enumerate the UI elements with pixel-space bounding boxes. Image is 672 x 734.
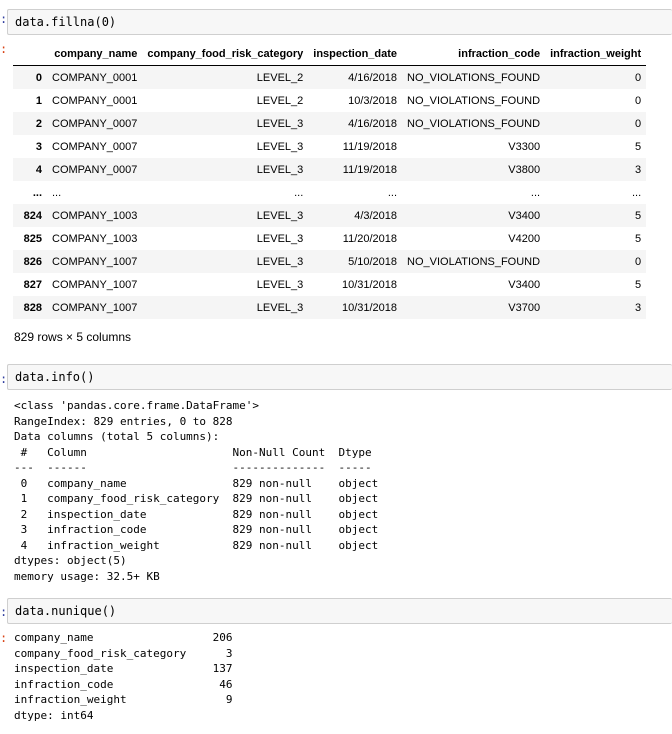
table-cell: LEVEL_3 [256,140,304,153]
row-index: 4 [35,163,42,176]
nunique-output: company_name 206 company_food_risk_categ… [14,631,233,722]
row-index: 1 [35,94,42,107]
table-cell: 10/31/2018 [341,278,398,291]
index-header [13,43,47,66]
output-prompt: : [0,631,8,645]
table-cell: COMPANY_0007 [52,163,138,176]
table-cell: 10/31/2018 [341,301,398,314]
table-cell: 5 [635,140,642,153]
code-input-cell-1[interactable]: data.fillna(0) [7,9,672,35]
table-header-row: company_name company_food_risk_category … [13,43,647,66]
dataframe-shape: 829 rows × 5 columns [14,330,132,344]
column-header: inspection_date [308,43,403,66]
table-cell: COMPANY_0001 [52,94,138,107]
table-cell: 10/3/2018 [348,94,398,107]
table-cell: LEVEL_2 [256,94,304,107]
table-cell: 11/19/2018 [342,140,398,153]
row-index: 828 [23,301,42,314]
row-index: 826 [23,255,42,268]
table-cell: V4200 [508,232,541,245]
row-index: 3 [35,140,42,153]
table-cell: ... [52,186,62,199]
info-output: <class 'pandas.core.frame.DataFrame'> Ra… [14,399,379,583]
table-row: 4 COMPANY_0007 LEVEL_3 11/19/2018 V3800 3 [13,158,647,181]
row-index: ... [32,186,42,199]
table-cell: LEVEL_3 [256,232,304,245]
table-row: 826 COMPANY_1007 LEVEL_3 5/10/2018 NO_VIOLAT… [13,250,647,273]
table-cell: COMPANY_1007 [52,255,138,268]
table-cell: LEVEL_3 [256,278,304,291]
table-cell: 11/20/2018 [342,232,398,245]
code-input-cell-2[interactable]: data.info() [7,364,672,390]
table-cell: NO_VIOLATIONS_FOUND [407,117,541,130]
table-cell: LEVEL_3 [256,117,304,130]
output-prompt: : [0,42,8,56]
table-cell: ... [631,186,642,199]
table-cell: ... [387,186,398,199]
table-cell: LEVEL_3 [256,209,304,222]
table-cell: LEVEL_3 [256,163,304,176]
table-cell: ... [294,186,304,199]
code-text: data.fillna(0) [15,15,117,29]
row-index: 2 [35,117,42,130]
table-cell: 5/10/2018 [348,255,398,268]
table-cell: COMPANY_1003 [52,232,138,245]
table-cell: V3700 [508,301,541,314]
table-cell: COMPANY_0007 [52,140,138,153]
table-cell: V3400 [508,278,541,291]
table-row: 827 COMPANY_1007 LEVEL_3 10/31/2018 V3400 5 [13,273,646,296]
column-header: infraction_weight [545,43,647,66]
table-cell: 0 [635,71,642,84]
table-cell: NO_VIOLATIONS_FOUND [407,94,541,107]
table-cell: COMPANY_0001 [52,71,138,84]
table-cell: COMPANY_0007 [52,117,138,130]
table-cell: COMPANY_1007 [52,278,138,291]
table-row: 2 COMPANY_0007 LEVEL_3 4/16/2018 NO_VIOLATIO… [13,112,647,135]
row-index: 825 [23,232,42,245]
table-row: .................. [13,181,646,204]
column-header: company_name [47,43,143,66]
table-cell: 4/16/2018 [348,71,398,84]
table-cell: LEVEL_3 [256,255,304,268]
column-header: infraction_code [402,43,546,66]
row-index: 824 [23,209,42,222]
table-cell: 3 [635,301,642,314]
table-cell: 5 [635,232,642,245]
table-cell: LEVEL_2 [256,71,304,84]
column-header: company_food_risk_category [142,43,309,66]
table-cell: LEVEL_3 [256,301,304,314]
table-cell: 4/16/2018 [348,117,398,130]
table-cell: 0 [635,255,642,268]
table-cell: V3400 [508,209,541,222]
table-row: 824 COMPANY_1003 LEVEL_3 4/3/2018 V3400 5 [13,204,647,227]
code-text: data.info() [15,370,95,384]
table-row: 1 COMPANY_0001 LEVEL_2 10/3/2018 NO_VIOLATIO… [13,89,646,112]
table-cell: V3300 [508,140,541,153]
row-index: 0 [35,71,42,84]
table-row: 0 COMPANY_0001 LEVEL_2 4/16/2018 NO_VIOLATIO… [13,65,647,89]
dataframe-table: company_name company_food_risk_category … [13,43,647,319]
table-cell: NO_VIOLATIONS_FOUND [407,71,541,84]
table-cell: ... [530,186,541,199]
row-index: 827 [23,278,42,291]
table-row: 828 COMPANY_1007 LEVEL_3 10/31/2018 V3700 3 [13,296,647,319]
table-cell: COMPANY_1007 [52,301,138,314]
table-row: 3 COMPANY_0007 LEVEL_3 11/19/2018 V3300 5 [13,135,646,158]
table-row: 825 COMPANY_1003 LEVEL_3 11/20/2018 V4200 5 [13,227,646,250]
table-cell: 0 [635,117,642,130]
table-cell: NO_VIOLATIONS_FOUND [407,255,541,268]
table-cell: 4/3/2018 [354,209,398,222]
code-text: data.nunique() [15,604,117,618]
table-cell: 3 [635,163,642,176]
table-cell: 5 [635,209,642,222]
code-input-cell-3[interactable]: data.nunique() [7,598,672,624]
table-cell: 0 [635,94,642,107]
table-cell: 11/19/2018 [342,163,398,176]
table-cell: COMPANY_1003 [52,209,138,222]
table-cell: V3800 [508,163,541,176]
table-cell: 5 [635,278,642,291]
